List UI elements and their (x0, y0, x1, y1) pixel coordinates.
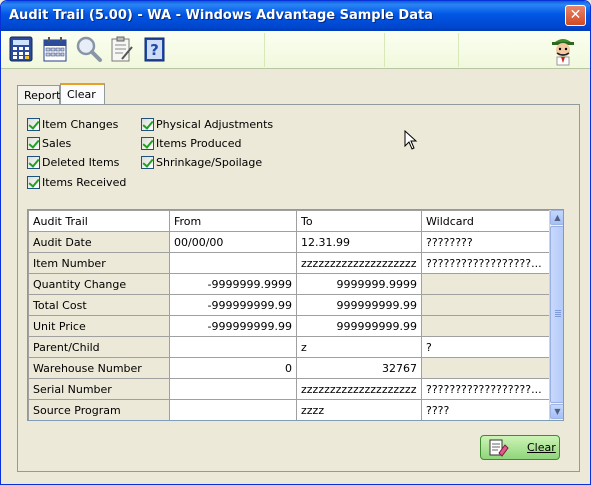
to-cell[interactable]: 999999999.99 (296, 294, 422, 316)
clear-button-label: Clear (527, 441, 556, 454)
eraser-icon (489, 439, 509, 457)
checkbox-item-changes[interactable]: Item Changes (27, 117, 118, 133)
wildcard-cell[interactable]: ? (421, 336, 551, 358)
wildcard-cell (421, 315, 551, 337)
checkbox-deleted-items[interactable]: Deleted Items (27, 155, 119, 171)
row-label: Quantity Change (28, 273, 170, 295)
row-label: Audit Date (28, 231, 170, 253)
row-label: Warehouse Number (28, 357, 170, 379)
from-cell[interactable] (169, 336, 297, 358)
to-cell[interactable]: 999999999.99 (296, 315, 422, 337)
row-label: Parent/Child (28, 336, 170, 358)
tab-clear[interactable]: Clear (60, 83, 105, 106)
tab-report[interactable]: Report (17, 85, 60, 105)
close-button[interactable]: ✕ (565, 5, 586, 26)
calendar-icon[interactable] (41, 35, 69, 63)
scroll-up-icon[interactable]: ▲ (550, 210, 563, 225)
checkbox-checked[interactable] (141, 117, 154, 131)
checkbox-checked[interactable] (27, 155, 40, 169)
from-cell[interactable]: -999999999.99 (169, 294, 297, 316)
row-label: Serial Number (28, 378, 170, 400)
to-cell[interactable]: zzzz (296, 399, 422, 420)
row-label: Unit Price (28, 315, 170, 337)
criteria-grid[interactable]: Audit Trail From To Wildcard Audit Date … (27, 209, 564, 421)
magnifier-icon[interactable] (75, 35, 103, 63)
wildcard-cell[interactable]: ???? (421, 399, 551, 420)
checkbox-checked[interactable] (141, 136, 154, 150)
checkbox-checked[interactable] (27, 136, 40, 150)
from-cell[interactable] (169, 378, 297, 400)
checkbox-items-produced[interactable]: Items Produced (141, 136, 241, 152)
mouse-pointer-icon (404, 129, 418, 153)
wildcard-cell (421, 357, 551, 379)
from-cell[interactable]: 0 (169, 357, 297, 379)
scroll-down-icon[interactable]: ▼ (550, 404, 563, 419)
from-cell[interactable] (169, 399, 297, 420)
svg-text:?: ? (150, 41, 159, 59)
to-cell[interactable]: 12.31.99 (296, 231, 422, 253)
table-row: Unit Price -999999999.99 999999999.99 (28, 315, 551, 337)
wildcard-cell[interactable]: ??????????????????... (421, 378, 551, 400)
header-row: Audit Trail From To Wildcard (28, 210, 551, 232)
from-cell[interactable]: -999999999.99 (169, 315, 297, 337)
column-header: From (169, 210, 297, 232)
to-cell[interactable]: zzzzzzzzzzzzzzzzzzzz (296, 252, 422, 274)
table-row: Parent/Child z ? (28, 336, 551, 358)
clipboard-icon[interactable] (107, 35, 135, 63)
clear-button[interactable]: Clear (480, 435, 560, 460)
checkbox-checked[interactable] (27, 175, 40, 189)
help-book-icon[interactable]: ? (141, 35, 169, 63)
column-header: To (296, 210, 422, 232)
checkbox-checked[interactable] (141, 155, 154, 169)
to-cell[interactable]: z (296, 336, 422, 358)
from-cell[interactable]: 00/00/00 (169, 231, 297, 253)
checkbox-items-received[interactable]: Items Received (27, 175, 126, 191)
to-cell[interactable]: 9999999.9999 (296, 273, 422, 295)
column-header: Wildcard (421, 210, 551, 232)
title-bar[interactable]: Audit Trail (5.00) - WA - Windows Advant… (1, 1, 590, 31)
from-cell[interactable] (169, 252, 297, 274)
table-row: Total Cost -999999999.99 999999999.99 (28, 294, 551, 316)
wildcard-cell (421, 294, 551, 316)
criteria-table: Audit Trail From To Wildcard Audit Date … (28, 210, 551, 420)
to-cell[interactable]: zzzzzzzzzzzzzzzzzzzz (296, 378, 422, 400)
wildcard-cell (421, 273, 551, 295)
scroll-thumb[interactable] (550, 226, 563, 403)
vertical-scrollbar[interactable]: ▲ ▼ (549, 210, 563, 420)
wildcard-cell[interactable]: ??????????????????... (421, 252, 551, 274)
table-row: Quantity Change -9999999.9999 9999999.99… (28, 273, 551, 295)
audit-trail-window: Audit Trail (5.00) - WA - Windows Advant… (0, 0, 591, 485)
from-cell[interactable]: -9999999.9999 (169, 273, 297, 295)
table-row: Item Number zzzzzzzzzzzzzzzzzzzz ???????… (28, 252, 551, 274)
table-row: Warehouse Number 0 32767 (28, 357, 551, 379)
row-label: Source Program (28, 399, 170, 420)
row-label: Item Number (28, 252, 170, 274)
checkbox-sales[interactable]: Sales (27, 136, 71, 152)
table-row: Audit Date 00/00/00 12.31.99 ???????? (28, 231, 551, 253)
to-cell[interactable]: 32767 (296, 357, 422, 379)
wildcard-cell[interactable]: ???????? (421, 231, 551, 253)
checkbox-physical-adjustments[interactable]: Physical Adjustments (141, 117, 273, 133)
table-row: Serial Number zzzzzzzzzzzzzzzzzzzz ?????… (28, 378, 551, 400)
column-header: Audit Trail (28, 210, 170, 232)
row-label: Total Cost (28, 294, 170, 316)
window-title: Audit Trail (5.00) - WA - Windows Advant… (9, 8, 433, 23)
checkbox-shrinkage-spoilage[interactable]: Shrinkage/Spoilage (141, 155, 262, 171)
toolbar: ? (1, 31, 590, 69)
checkbox-checked[interactable] (27, 117, 40, 131)
table-row: Source Program zzzz ???? (28, 399, 551, 420)
calculator-icon[interactable] (7, 35, 35, 63)
mascot-icon (548, 34, 578, 66)
